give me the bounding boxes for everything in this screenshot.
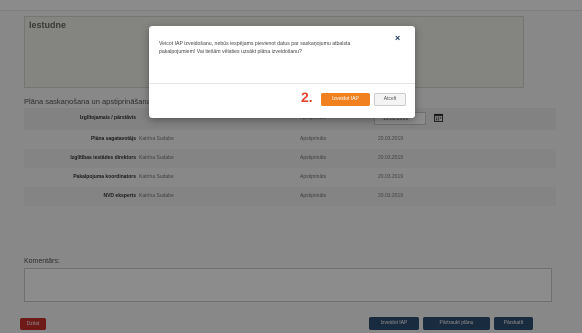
confirm-create-iap-button[interactable]: Izveidot IAP	[321, 93, 370, 106]
dialog-message: Veicot IAP izveidošanu, nebūs iespējams …	[159, 41, 351, 55]
close-icon[interactable]: ×	[395, 34, 400, 43]
step-marker: 2.	[301, 89, 313, 105]
dialog-divider	[149, 83, 415, 84]
cancel-button[interactable]: Atcelt	[374, 93, 406, 106]
confirm-dialog: Veicot IAP izveidošanu, nebūs iespējams …	[149, 26, 415, 118]
